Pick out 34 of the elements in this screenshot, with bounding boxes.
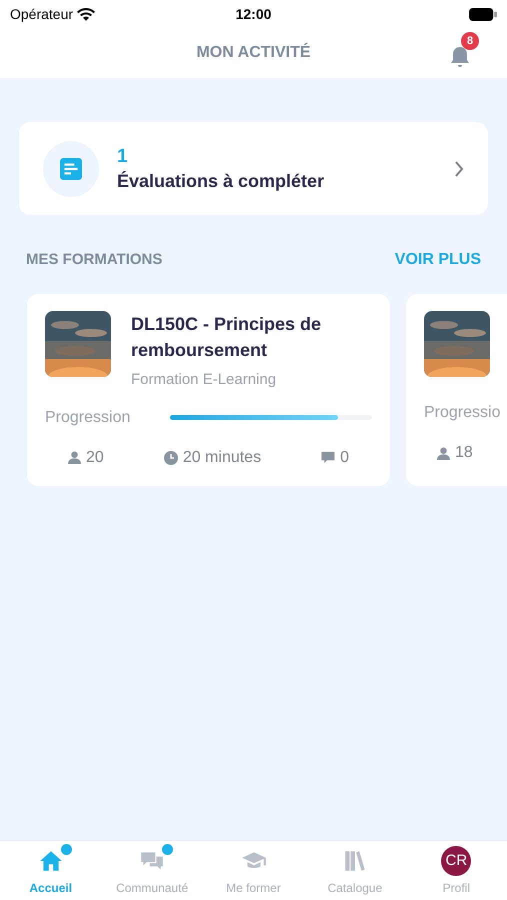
comment-count: 0 (340, 448, 349, 468)
tab-bar-item[interactable]: Catalogue (304, 841, 406, 900)
section-title: MES FORMATIONS (26, 250, 162, 270)
course-title: DL150C - Principes de remboursement (131, 313, 322, 362)
page-title: MON ACTIVITÉ (196, 42, 311, 63)
wifi-icon (77, 7, 96, 21)
course-duration: 20 minutes (182, 448, 262, 468)
tab-bar-item[interactable]: Accueil (0, 841, 102, 900)
person-icon (437, 446, 450, 460)
profile-avatar: CR (441, 846, 472, 876)
status-time: 12:00 (236, 4, 272, 24)
battery-icon (469, 8, 497, 20)
notification-badge: 8 (461, 32, 479, 50)
learner-count: 18 (455, 443, 473, 463)
tab-bar-item[interactable]: Me former (202, 841, 304, 900)
carrier-name: Opérateur (10, 4, 74, 24)
evaluation-count: 1 (117, 144, 129, 168)
person-icon (68, 451, 81, 464)
evaluation-label: Évaluations à compléter (117, 170, 326, 192)
progress-label: Progressio (424, 404, 500, 421)
form-icon (60, 158, 82, 180)
course-card[interactable]: Progressio 18 (406, 294, 507, 486)
chevron-right-icon (454, 160, 464, 176)
course-card[interactable]: DL150C - Principes de remboursement Formation E-Learning Progression 20 20 minutes 0 (27, 294, 390, 486)
progress-label: Progression (45, 408, 132, 428)
evaluations-card[interactable]: 1 Évaluations à compléter (19, 122, 488, 215)
learner-count: 20 (86, 448, 104, 468)
tab-bar-item[interactable]: Communauté (101, 841, 203, 900)
comment-icon (321, 451, 336, 464)
course-type: Formation E-Learning (131, 370, 278, 390)
bell-icon (448, 44, 472, 70)
clock-icon (164, 450, 178, 464)
tab-bar-item[interactable]: CR Profil (406, 841, 507, 900)
see-more-link[interactable]: VOIR PLUS (394, 248, 481, 272)
